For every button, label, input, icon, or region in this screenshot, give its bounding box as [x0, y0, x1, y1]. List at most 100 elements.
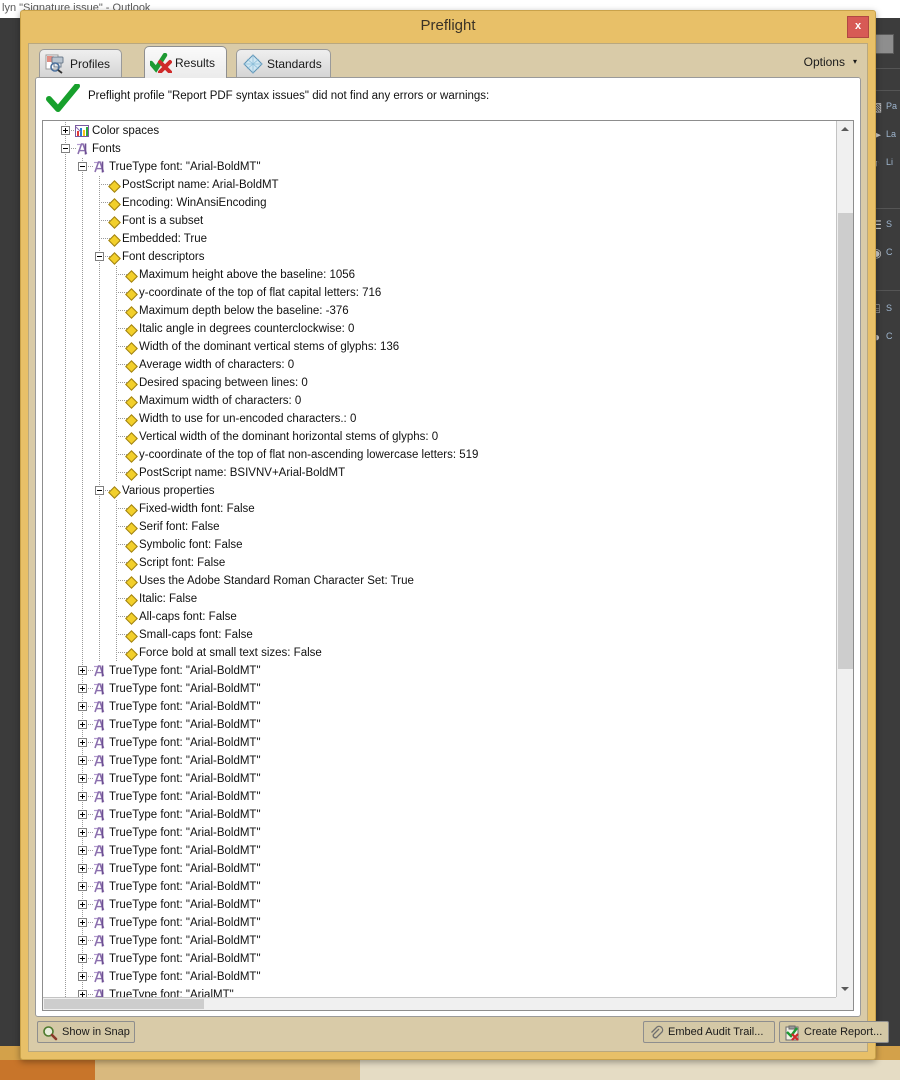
tree-row[interactable]: Font is a subset	[43, 212, 836, 230]
tree-row[interactable]: Vertical width of the dominant horizonta…	[43, 428, 836, 446]
tree-row[interactable]: TrueType font: "Arial-BoldMT"	[43, 824, 836, 842]
expand-node-button[interactable]	[78, 954, 87, 963]
close-button[interactable]: x	[847, 16, 869, 38]
tree-row[interactable]: PostScript name: Arial-BoldMT	[43, 176, 836, 194]
tree-row[interactable]: Serif font: False	[43, 518, 836, 536]
tree-row[interactable]: TrueType font: "Arial-BoldMT"	[43, 680, 836, 698]
scroll-down-button[interactable]	[837, 981, 853, 997]
scroll-up-button[interactable]	[837, 121, 853, 137]
tree-row[interactable]: Force bold at small text sizes: False	[43, 644, 836, 662]
tree-row[interactable]: Average width of characters: 0	[43, 356, 836, 374]
tree-vertical-scrollbar[interactable]	[836, 121, 853, 997]
embed-audit-trail-button[interactable]: Embed Audit Trail...	[643, 1021, 775, 1043]
hscrollbar-thumb[interactable]	[44, 999, 204, 1009]
collapse-node-button[interactable]	[95, 486, 104, 495]
tree-row[interactable]: TrueType font: "Arial-BoldMT"	[43, 770, 836, 788]
tree-row[interactable]: TrueType font: "Arial-BoldMT"	[43, 968, 836, 986]
tab-profiles[interactable]: Profiles	[39, 49, 122, 78]
expand-node-button[interactable]	[78, 720, 87, 729]
expand-node-button[interactable]	[78, 900, 87, 909]
tab-results[interactable]: Results	[144, 46, 227, 78]
tree-row[interactable]: TrueType font: "Arial-BoldMT"	[43, 806, 836, 824]
tree-row[interactable]: Color spaces	[43, 122, 836, 140]
scrollbar-thumb[interactable]	[838, 212, 853, 669]
options-menu-button[interactable]: Options ▾	[804, 55, 857, 69]
expand-node-button[interactable]	[78, 792, 87, 801]
tree-row[interactable]: Desired spacing between lines: 0	[43, 374, 836, 392]
tree-row[interactable]: TrueType font: "Arial-BoldMT"	[43, 788, 836, 806]
tree-row[interactable]: Maximum depth below the baseline: -376	[43, 302, 836, 320]
expand-node-button[interactable]	[78, 972, 87, 981]
collapse-node-button[interactable]	[95, 252, 104, 261]
tree-row[interactable]: TrueType font: "Arial-BoldMT"	[43, 950, 836, 968]
tree-row[interactable]: TrueType font: "Arial-BoldMT"	[43, 842, 836, 860]
tree-row[interactable]: Maximum height above the baseline: 1056	[43, 266, 836, 284]
tree-row[interactable]: Maximum width of characters: 0	[43, 392, 836, 410]
diamond-bullet-icon	[125, 504, 138, 517]
expand-node-button[interactable]	[78, 936, 87, 945]
tree-row[interactable]: Width of the dominant vertical stems of …	[43, 338, 836, 356]
tree-row[interactable]: TrueType font: "Arial-BoldMT"	[43, 698, 836, 716]
tree-row[interactable]: TrueType font: "Arial-BoldMT"	[43, 734, 836, 752]
tree-row[interactable]: Fixed-width font: False	[43, 500, 836, 518]
tree-row[interactable]: PostScript name: BSIVNV+Arial-BoldMT	[43, 464, 836, 482]
tree-row[interactable]: y-coordinate of the top of flat capital …	[43, 284, 836, 302]
expand-node-button[interactable]	[78, 684, 87, 693]
tree-row[interactable]: TrueType font: "Arial-BoldMT"	[43, 914, 836, 932]
collapse-node-button[interactable]	[61, 144, 70, 153]
show-in-snap-button[interactable]: Show in Snap	[37, 1021, 135, 1043]
font-icon	[92, 916, 106, 930]
expand-node-button[interactable]	[78, 882, 87, 891]
expand-node-button[interactable]	[78, 990, 87, 997]
tree-row[interactable]: All-caps font: False	[43, 608, 836, 626]
expand-node-button[interactable]	[61, 126, 70, 135]
tree-guide-line	[116, 392, 117, 410]
expand-node-button[interactable]	[78, 810, 87, 819]
collapse-node-button[interactable]	[78, 162, 87, 171]
expand-node-button[interactable]	[78, 666, 87, 675]
tree-row[interactable]: Script font: False	[43, 554, 836, 572]
tree-row[interactable]: TrueType font: "Arial-BoldMT"	[43, 158, 836, 176]
create-report-button[interactable]: Create Report...	[779, 1021, 889, 1043]
tree-row[interactable]: Small-caps font: False	[43, 626, 836, 644]
dialog-titlebar[interactable]: Preflight x	[21, 11, 875, 41]
tree-row[interactable]: y-coordinate of the top of flat non-asce…	[43, 446, 836, 464]
expand-node-button[interactable]	[78, 774, 87, 783]
tree-row-label: Uses the Adobe Standard Roman Character …	[139, 575, 414, 587]
tree-guide-line	[82, 356, 83, 374]
results-tree[interactable]: Color spaces Fonts TrueType font: "Arial-B…	[42, 120, 854, 1011]
tab-standards[interactable]: Standards	[236, 49, 331, 78]
expand-node-button[interactable]	[78, 756, 87, 765]
tree-row[interactable]: Embedded: True	[43, 230, 836, 248]
tree-row[interactable]: Italic: False	[43, 590, 836, 608]
tree-guide-line	[82, 230, 83, 248]
tree-row[interactable]: Encoding: WinAnsiEncoding	[43, 194, 836, 212]
expand-node-button[interactable]	[78, 738, 87, 747]
expand-node-button[interactable]	[78, 828, 87, 837]
tree-guide-line	[65, 716, 66, 734]
tree-row[interactable]: Various properties	[43, 482, 836, 500]
font-icon	[92, 754, 106, 768]
tree-row[interactable]: Symbolic font: False	[43, 536, 836, 554]
expand-node-button[interactable]	[78, 918, 87, 927]
tree-row[interactable]: TrueType font: "Arial-BoldMT"	[43, 896, 836, 914]
tree-row[interactable]: TrueType font: "Arial-BoldMT"	[43, 932, 836, 950]
tree-row[interactable]: TrueType font: "ArialMT"	[43, 986, 836, 997]
tree-row[interactable]: Italic angle in degrees counterclockwise…	[43, 320, 836, 338]
tree-row[interactable]: TrueType font: "Arial-BoldMT"	[43, 662, 836, 680]
tree-guide-line	[65, 374, 66, 392]
tree-row[interactable]: Fonts	[43, 140, 836, 158]
tree-row[interactable]: Uses the Adobe Standard Roman Character …	[43, 572, 836, 590]
tree-row[interactable]: Width to use for un-encoded characters.:…	[43, 410, 836, 428]
tree-row[interactable]: TrueType font: "Arial-BoldMT"	[43, 860, 836, 878]
expand-node-button[interactable]	[78, 702, 87, 711]
tree-row[interactable]: TrueType font: "Arial-BoldMT"	[43, 716, 836, 734]
tree-row[interactable]: TrueType font: "Arial-BoldMT"	[43, 752, 836, 770]
font-icon	[75, 142, 89, 156]
expand-node-button[interactable]	[78, 846, 87, 855]
tree-guide-line	[65, 842, 66, 860]
tree-row[interactable]: Font descriptors	[43, 248, 836, 266]
tree-row[interactable]: TrueType font: "Arial-BoldMT"	[43, 878, 836, 896]
tree-horizontal-scrollbar[interactable]	[43, 997, 836, 1010]
expand-node-button[interactable]	[78, 864, 87, 873]
